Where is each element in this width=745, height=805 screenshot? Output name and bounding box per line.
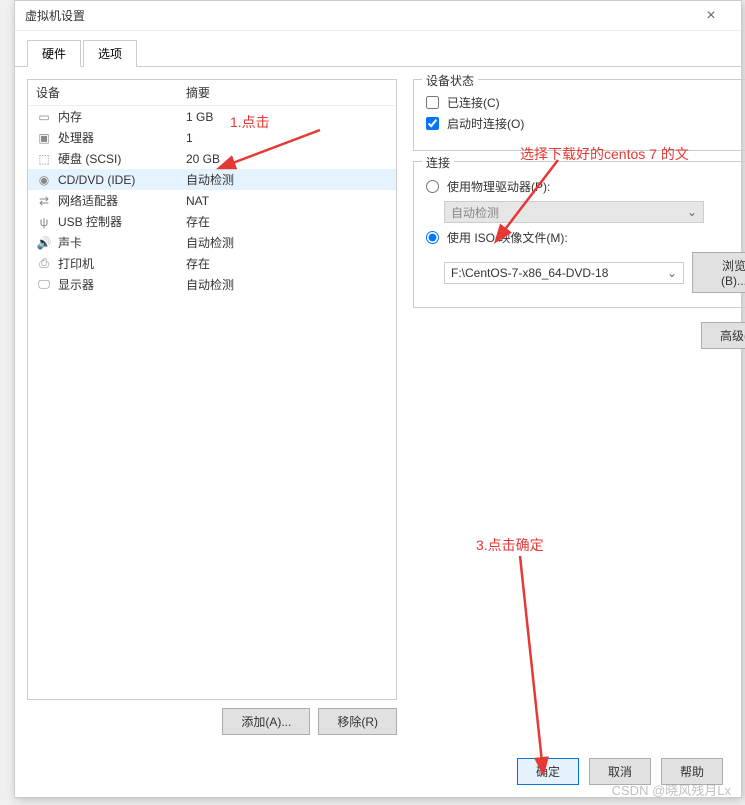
group-connection: 连接 使用物理驱动器(P): 自动检测 ⌄ 使用 ISO 映像文件(M): [413,161,745,308]
radio-physical-drive[interactable]: 使用物理驱动器(P): [426,178,745,195]
disc-icon: ◉ [36,172,52,188]
group-title-connection: 连接 [422,154,454,171]
device-summary: 自动检测 [186,171,388,188]
right-panel: 设备状态 已连接(C) 启动时连接(O) 连接 使用物理驱动器(P): [397,79,745,735]
printer-icon: ⎙ [36,256,52,272]
chevron-down-icon: ⌄ [687,205,697,219]
device-name: 网络适配器 [58,192,118,209]
sound-icon: 🔊 [36,235,52,251]
vm-settings-dialog: 虚拟机设置 × 硬件 选项 设备 摘要 ▭ 内存 1 GB ▣ 处理器 1 ⬚ 硬盘 (SCS… [14,0,742,798]
device-name: 显示器 [58,276,94,293]
radio-iso-file[interactable]: 使用 ISO 映像文件(M): [426,229,745,246]
device-list: 设备 摘要 ▭ 内存 1 GB ▣ 处理器 1 ⬚ 硬盘 (SCSI) 20 GB ◉ CD/DVD… [27,79,397,700]
dialog-title: 虚拟机设置 [25,7,691,24]
display-icon: 🖵 [36,277,52,293]
left-panel: 设备 摘要 ▭ 内存 1 GB ▣ 处理器 1 ⬚ 硬盘 (SCSI) 20 GB ◉ CD/DVD… [27,79,397,735]
device-summary: 自动检测 [186,276,388,293]
checkbox-connected[interactable]: 已连接(C) [426,94,745,111]
list-header: 设备 摘要 [28,80,396,106]
device-row[interactable]: ▭ 内存 1 GB [28,106,396,127]
disk-icon: ⬚ [36,151,52,167]
device-row[interactable]: ⇄ 网络适配器 NAT [28,190,396,211]
connect-on-label: 启动时连接(O) [447,115,524,132]
group-title-status: 设备状态 [422,72,478,89]
browse-button[interactable]: 浏览(B)... [692,252,745,293]
add-button[interactable]: 添加(A)... [222,708,310,735]
physical-value: 自动检测 [451,204,499,221]
tab-strip: 硬件 选项 [15,31,741,67]
iso-label: 使用 ISO 映像文件(M): [447,229,568,246]
device-row[interactable]: ◉ CD/DVD (IDE) 自动检测 [28,169,396,190]
left-button-row: 添加(A)... 移除(R) [27,708,397,735]
device-row[interactable]: ⎙ 打印机 存在 [28,253,396,274]
titlebar: 虚拟机设置 × [15,1,741,31]
dialog-footer: 确定 取消 帮助 [517,758,723,785]
device-summary: 自动检测 [186,234,388,251]
device-row[interactable]: ▣ 处理器 1 [28,127,396,148]
close-icon[interactable]: × [691,7,731,25]
device-row[interactable]: 🔊 声卡 自动检测 [28,232,396,253]
device-name: 声卡 [58,234,82,251]
cancel-button[interactable]: 取消 [589,758,651,785]
memory-icon: ▭ [36,109,52,125]
chevron-down-icon[interactable]: ⌄ [667,266,677,280]
iso-path-select[interactable]: F:\CentOS-7-x86_64-DVD-18 ⌄ [444,262,684,284]
help-button[interactable]: 帮助 [661,758,723,785]
device-summary: 存在 [186,213,388,230]
device-name: 硬盘 (SCSI) [58,150,121,167]
device-summary: 存在 [186,255,388,272]
network-icon: ⇄ [36,193,52,209]
checkbox-connect-on-start[interactable]: 启动时连接(O) [426,115,745,132]
tab-options[interactable]: 选项 [83,40,137,67]
device-row[interactable]: 🖵 显示器 自动检测 [28,274,396,295]
group-device-status: 设备状态 已连接(C) 启动时连接(O) [413,79,745,151]
device-summary: 20 GB [186,152,388,166]
device-row[interactable]: ψ USB 控制器 存在 [28,211,396,232]
tab-hardware[interactable]: 硬件 [27,40,81,67]
content-area: 设备 摘要 ▭ 内存 1 GB ▣ 处理器 1 ⬚ 硬盘 (SCSI) 20 GB ◉ CD/DVD… [15,67,741,747]
usb-icon: ψ [36,214,52,230]
device-name: USB 控制器 [58,213,122,230]
remove-button[interactable]: 移除(R) [318,708,397,735]
device-name: 处理器 [58,129,94,146]
advanced-row: 高级(V)... [413,322,745,349]
header-device: 设备 [36,84,186,101]
header-summary: 摘要 [186,84,388,101]
device-summary: 1 [186,131,388,145]
device-summary: 1 GB [186,110,388,124]
physical-drive-select: 自动检测 ⌄ [444,201,704,223]
device-name: 打印机 [58,255,94,272]
advanced-button[interactable]: 高级(V)... [701,322,745,349]
device-row[interactable]: ⬚ 硬盘 (SCSI) 20 GB [28,148,396,169]
device-summary: NAT [186,194,388,208]
device-name: 内存 [58,108,82,125]
device-name: CD/DVD (IDE) [58,173,135,187]
cpu-icon: ▣ [36,130,52,146]
ok-button[interactable]: 确定 [517,758,579,785]
physical-label: 使用物理驱动器(P): [447,178,550,195]
iso-value: F:\CentOS-7-x86_64-DVD-18 [451,266,608,280]
connected-label: 已连接(C) [447,94,500,111]
